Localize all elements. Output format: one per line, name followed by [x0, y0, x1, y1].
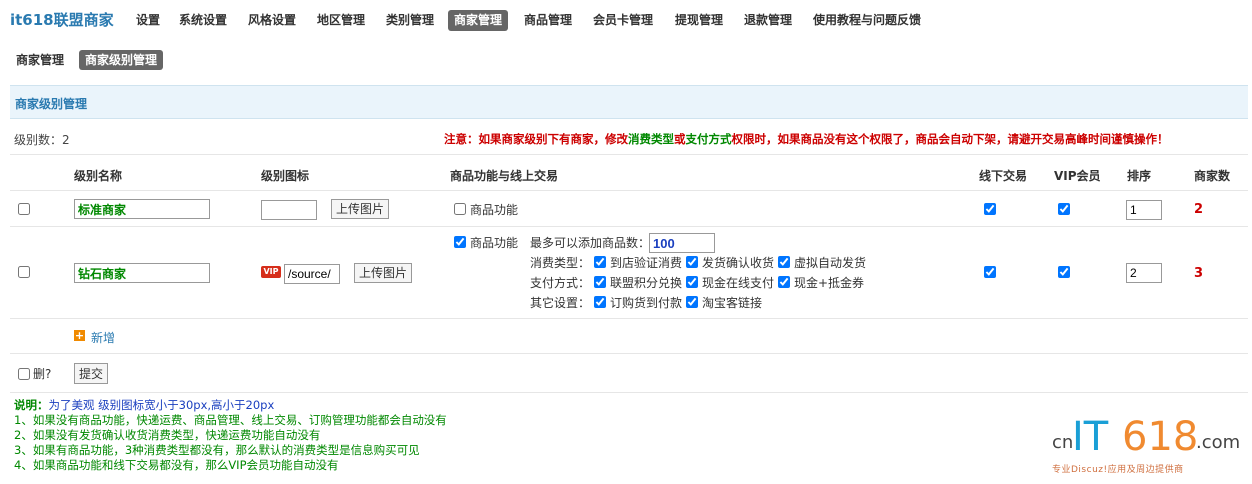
it618-watermark-logo: cn IT 618 .com 专业Discuz!应用及周边提供商 [1052, 414, 1241, 475]
subnav-level-manage[interactable]: 商家级别管理 [79, 50, 164, 70]
pay-method-label: 支付方式： [530, 276, 591, 290]
pay-cash-online-checkbox[interactable] [686, 276, 698, 288]
row1-icon-path-input[interactable] [261, 200, 317, 220]
row2-product-func-checkbox[interactable] [454, 236, 466, 248]
row2-upload-button[interactable]: 上传图片 [354, 263, 413, 283]
col-vip-member: VIP会员 [1054, 169, 1101, 183]
max-products-input[interactable] [649, 233, 715, 253]
nav-withdraw-manage[interactable]: 提现管理 [669, 10, 729, 31]
nav-settings[interactable]: 设置 [130, 10, 166, 31]
col-sort-order: 排序 [1127, 169, 1152, 183]
divider [10, 392, 1248, 393]
notes-title-rest: 为了美观 级别图标宽小于30px,高小于20px [48, 398, 275, 412]
consume-ship-confirm-checkbox[interactable] [686, 256, 698, 268]
notes-title: 说明： [14, 398, 49, 412]
consume-type-label: 消费类型： [530, 256, 591, 270]
row1-vip-checkbox[interactable] [1058, 203, 1070, 215]
submit-button[interactable]: 提交 [74, 363, 109, 384]
nav-category-manage[interactable]: 类别管理 [380, 10, 440, 31]
top-nav: it618联盟商家 设置 系统设置 风格设置 地区管理 类别管理 商家管理 商品… [0, 0, 1252, 40]
col-product-func: 商品功能与线上交易 [450, 169, 559, 183]
other-taobaoke-checkbox[interactable] [686, 296, 698, 308]
other-cod-checkbox[interactable] [594, 296, 606, 308]
notes-block: 说明：为了美观 级别图标宽小于30px,高小于20px 1、如果没有商品功能，快… [14, 398, 447, 473]
delete-label: 删? [33, 367, 52, 381]
consume-ship-confirm-label: 发货确认收货 [702, 256, 775, 270]
note-line: 4、如果商品功能和线下交易都没有，那么VIP会员功能自动没有 [14, 458, 339, 472]
row1-product-func-label: 商品功能 [470, 203, 519, 217]
row1-upload-button[interactable]: 上传图片 [331, 199, 390, 219]
vip-badge-icon: VIP [261, 266, 281, 278]
row2-offline-checkbox[interactable] [984, 266, 996, 278]
nav-system-settings[interactable]: 系统设置 [173, 10, 233, 31]
pay-points-checkbox[interactable] [594, 276, 606, 288]
nav-style-settings[interactable]: 风格设置 [242, 10, 302, 31]
row1-merchant-count: 2 [1194, 202, 1204, 217]
other-taobaoke-label: 淘宝客链接 [702, 296, 763, 310]
nav-merchant-manage[interactable]: 商家管理 [448, 10, 509, 31]
divider [10, 226, 1248, 227]
row1-select-checkbox[interactable] [18, 203, 30, 215]
delete-checkbox[interactable] [18, 368, 30, 380]
brand-title: it618联盟商家 [10, 11, 114, 29]
row2-level-name-input[interactable] [74, 263, 210, 283]
pay-cash-coupon-label: 现金+抵金券 [794, 276, 865, 290]
col-level-name: 级别名称 [74, 169, 123, 183]
note-line: 1、如果没有商品功能，快递运费、商品管理、线上交易、订购管理功能都会自动没有 [14, 413, 447, 427]
row1-offline-checkbox[interactable] [984, 203, 996, 215]
nav-tutorial-feedback[interactable]: 使用教程与问题反馈 [807, 10, 927, 31]
divider [10, 353, 1248, 354]
col-merchant-count: 商家数 [1194, 169, 1231, 183]
row1-level-name-input[interactable] [74, 199, 210, 219]
add-new-link[interactable]: 新增 [91, 329, 115, 346]
note-line: 2、如果没有发货确认收货消费类型，快递运费功能自动没有 [14, 428, 321, 442]
nav-refund-manage[interactable]: 退款管理 [738, 10, 798, 31]
section-header: 商家级别管理 [10, 85, 1248, 119]
col-offline-trade: 线下交易 [979, 169, 1028, 183]
pay-points-label: 联盟积分兑换 [610, 276, 683, 290]
row2-merchant-count: 3 [1194, 266, 1204, 281]
level-count: 级别数：2 [14, 133, 70, 147]
nav-product-manage[interactable]: 商品管理 [518, 10, 578, 31]
divider [10, 154, 1248, 155]
nav-region-manage[interactable]: 地区管理 [311, 10, 371, 31]
divider [10, 318, 1248, 319]
pay-cash-coupon-checkbox[interactable] [778, 276, 790, 288]
consume-store-verify-checkbox[interactable] [594, 256, 606, 268]
col-level-icon: 级别图标 [261, 169, 310, 183]
divider [10, 190, 1248, 191]
row2-order-input[interactable] [1126, 263, 1162, 283]
max-products-label: 最多可以添加商品数： [530, 236, 651, 250]
note-line: 3、如果有商品功能，3种消费类型都没有，那么默认的消费类型是信息购买可见 [14, 443, 420, 457]
row2-product-func-label: 商品功能 [470, 236, 519, 250]
consume-virtual-auto-label: 虚拟自动发货 [794, 256, 867, 270]
row2-select-checkbox[interactable] [18, 266, 30, 278]
pay-cash-online-label: 现金在线支付 [702, 276, 775, 290]
consume-store-verify-label: 到店验证消费 [610, 256, 683, 270]
nav-card-manage[interactable]: 会员卡管理 [587, 10, 659, 31]
section-title: 商家级别管理 [15, 97, 88, 111]
row1-order-input[interactable] [1126, 200, 1162, 220]
warning-notice: 注意：如果商家级别下有商家，修改消费类型或支付方式权限时，如果商品没有这个权限了… [444, 132, 1169, 146]
add-icon[interactable]: + [74, 330, 85, 341]
subnav-merchant-manage[interactable]: 商家管理 [10, 50, 70, 70]
other-settings-label: 其它设置： [530, 296, 591, 310]
row2-icon-path-input[interactable] [284, 264, 340, 284]
other-cod-label: 订购货到付款 [610, 296, 683, 310]
consume-virtual-auto-checkbox[interactable] [778, 256, 790, 268]
row1-product-func-checkbox[interactable] [454, 203, 466, 215]
row2-vip-checkbox[interactable] [1058, 266, 1070, 278]
